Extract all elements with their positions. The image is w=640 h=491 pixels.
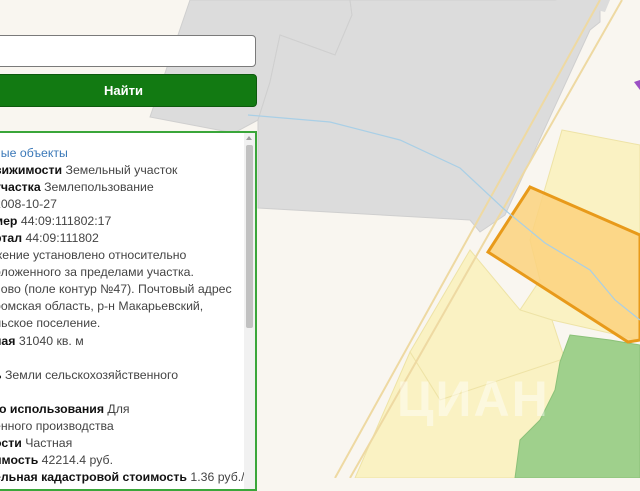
- scroll-up-icon[interactable]: [246, 136, 252, 140]
- info-row: ные объекты: [0, 145, 244, 162]
- info-row-label: ости: [0, 435, 22, 450]
- info-row-value: Земли сельскохозяйственного: [1, 367, 179, 382]
- info-row: ная 31040 кв. м: [0, 333, 244, 350]
- info-row-value: Частная: [21, 435, 73, 450]
- scroll-thumb[interactable]: [246, 145, 253, 328]
- info-row-value: жение установлено относительно: [0, 248, 187, 263]
- info-row: енного производства: [0, 418, 244, 435]
- info-row: ртал 44:09:111802: [0, 230, 244, 247]
- info-row-label: ная: [0, 333, 16, 348]
- info-row-value: Землепользование: [40, 180, 154, 195]
- info-row-label: ртал: [0, 231, 23, 246]
- info-row: ельная кадастровой стоимость 1.36 руб./к…: [0, 469, 255, 486]
- info-row: ромская область, р-н Макарьевский,: [0, 298, 244, 315]
- info-row-label: имость: [0, 452, 39, 467]
- info-row: жение установлено относительно: [0, 247, 244, 264]
- parcel-info-panel: ные объектывижимости Земельный участокуч…: [0, 131, 257, 491]
- search-input[interactable]: [0, 35, 256, 67]
- info-row-value: оложенного за пределами участка.: [0, 265, 194, 280]
- info-row-value: 42214.4 руб.: [38, 452, 113, 467]
- parcel-info-content: ные объектывижимости Земельный участокуч…: [0, 145, 255, 486]
- info-link[interactable]: ные объекты: [0, 146, 68, 160]
- panel-scrollbar[interactable]: [244, 133, 255, 489]
- info-row-value: Земельный участок: [62, 163, 178, 178]
- info-row-value: енного производства: [0, 418, 114, 433]
- info-row: 2008-10-27: [0, 196, 244, 213]
- watermark-logo: ЦИАН: [397, 371, 550, 427]
- info-row-label: участка: [0, 180, 41, 195]
- info-row-value: Для: [104, 401, 130, 416]
- info-row: ь Земли сельскохозяйственного: [0, 367, 244, 384]
- info-row-value: льское поселение.: [0, 316, 101, 331]
- info-row-label: мер: [0, 214, 18, 229]
- info-row-value: 31040 кв. м: [15, 333, 84, 348]
- info-row: ново (поле контур №47). Почтовый адрес: [0, 281, 244, 298]
- info-row-label: вижимости: [0, 163, 63, 178]
- info-row: мер 44:09:111802:17: [0, 213, 244, 230]
- info-row-value: 44:09:111802:17: [17, 214, 112, 229]
- info-row-value: 2008-10-27: [0, 197, 57, 212]
- info-row: [0, 350, 244, 367]
- info-row: вижимости Земельный участок: [0, 162, 244, 179]
- info-row-label: го использования: [0, 401, 105, 416]
- info-row-value: ромская область, р-н Макарьевский,: [0, 299, 204, 314]
- find-button[interactable]: Найти: [0, 74, 257, 107]
- info-row: участка Землепользование: [0, 179, 244, 196]
- info-row: льское поселение.: [0, 315, 244, 332]
- info-row: [0, 384, 244, 401]
- info-row-label: ельная кадастровой стоимость: [0, 469, 187, 484]
- info-row-value: 44:09:111802: [22, 231, 99, 246]
- info-row: имость 42214.4 руб.: [0, 452, 244, 469]
- info-row: оложенного за пределами участка.: [0, 264, 244, 281]
- info-row-value: ново (поле контур №47). Почтовый адрес: [0, 282, 232, 297]
- info-row: ости Частная: [0, 435, 244, 452]
- info-row: го использования Для: [0, 401, 244, 418]
